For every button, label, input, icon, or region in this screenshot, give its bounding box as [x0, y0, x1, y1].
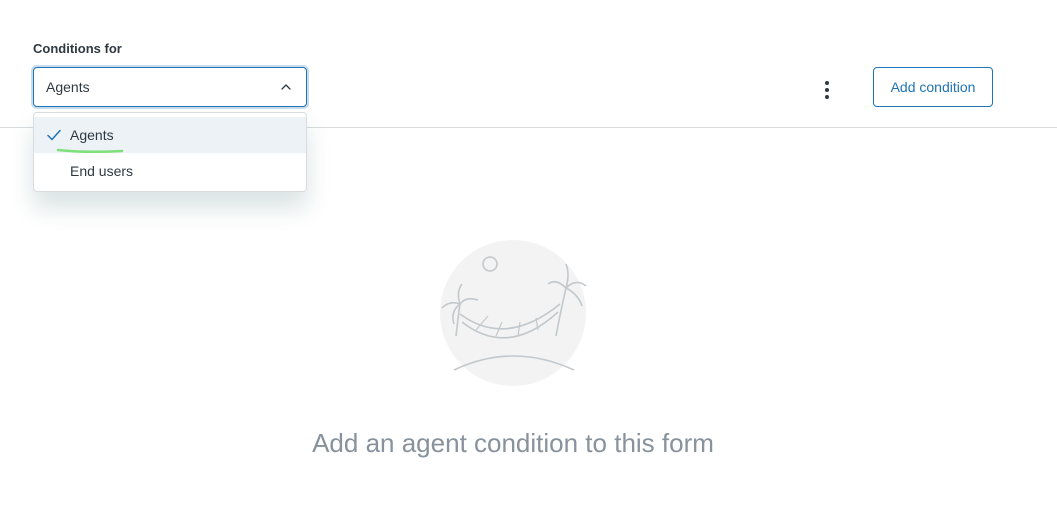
- more-options-kebab-icon[interactable]: [816, 78, 838, 102]
- add-condition-button[interactable]: Add condition: [873, 67, 993, 107]
- conditions-for-label: Conditions for: [33, 41, 122, 56]
- dropdown-option-label: End users: [70, 163, 134, 179]
- chevron-up-icon: [281, 84, 291, 90]
- dropdown-option-label: Agents: [70, 127, 114, 143]
- hammock-island-illustration: [440, 240, 587, 386]
- select-value: Agents: [46, 79, 90, 95]
- conditions-for-dropdown-menu: Agents End users: [33, 112, 307, 192]
- conditions-for-select[interactable]: Agents: [33, 67, 307, 107]
- check-icon: [47, 129, 61, 141]
- dropdown-option-agents[interactable]: Agents: [34, 117, 306, 154]
- empty-state-message: Add an agent condition to this form: [312, 428, 714, 458]
- dropdown-option-end-users[interactable]: End users: [34, 153, 306, 189]
